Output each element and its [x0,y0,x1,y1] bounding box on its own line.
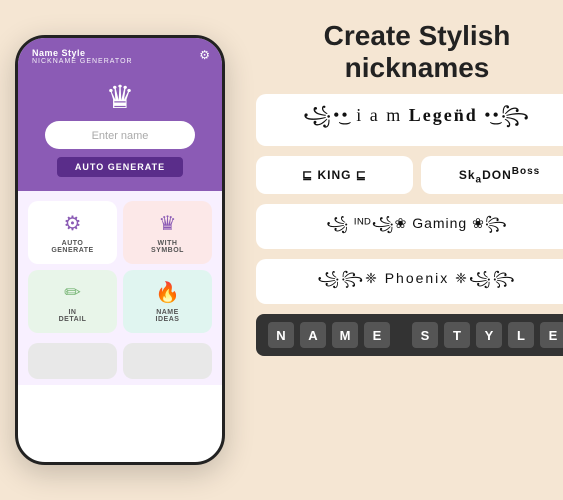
ns-letter-y: Y [476,322,502,348]
name-style-bar: N A M E S T Y L E [256,314,563,356]
fire-feature-icon: 🔥 [155,280,180,305]
phone-section: Name Style NICKNAME GENERATOR ⚙ ♛ Enter … [0,0,240,500]
gear-icon[interactable]: ⚙ [199,48,210,62]
ns-letter-e2: E [540,322,563,348]
name-input-wrap[interactable]: Enter name [45,121,195,149]
style-example-phoenix: ꧁꧂❈ Phoenix ❈꧁꧂ [256,259,563,304]
title-line1: Create Stylish [324,20,511,51]
feature-ideas-label: NAMEIDEAS [156,309,180,323]
ns-letter-n: N [268,322,294,348]
phone-mockup: Name Style NICKNAME GENERATOR ⚙ ♛ Enter … [15,35,225,465]
skadon-text: SkaDONBoss [459,166,540,185]
ns-letter-e: E [364,322,390,348]
ns-letter-l: L [508,322,534,348]
ns-letter-m: M [332,322,358,348]
feature-with-symbol[interactable]: ♛ WITHSYMBOL [123,201,212,264]
content-section: Create Stylish nicknames ꧁•͜• i a m Lege… [240,0,563,500]
app-subtitle: NICKNAME GENERATOR [32,58,208,65]
ns-letter-space [396,322,406,348]
king-text: ⊑ KING ⊑ [302,168,367,182]
phoenix-text: ꧁꧂❈ Phoenix ❈꧁꧂ [317,267,516,296]
crown-icon: ♛ [106,81,135,113]
crown-area: ♛ Enter name AUTO GENERATE [18,73,222,191]
legend-text: ꧁•͜• i a m Legen̈d •͜•꧂ [303,102,531,138]
style-example-king: ⊑ KING ⊑ [256,156,413,194]
feature-in-detail[interactable]: ✏ INDETAIL [28,270,117,333]
bottom-card-2 [123,343,212,379]
gear-feature-icon: ⚙ [64,211,82,236]
phone-header: Name Style NICKNAME GENERATOR ⚙ [18,38,222,73]
feature-name-ideas[interactable]: 🔥 NAMEIDEAS [123,270,212,333]
crown-feature-icon: ♛ [159,211,177,236]
style-example-skadon: SkaDONBoss [421,156,563,194]
ns-letter-a: A [300,322,326,348]
bottom-card-1 [28,343,117,379]
name-input-placeholder: Enter name [92,130,149,142]
feature-auto-generate[interactable]: ⚙ AUTOGENERATE [28,201,117,264]
style-cards-row: ⊑ KING ⊑ SkaDONBoss [256,156,563,194]
ns-letter-s: S [412,322,438,348]
auto-generate-button[interactable]: AUTO GENERATE [57,157,183,177]
main-title: Create Stylish nicknames [256,20,563,84]
gaming-text: ꧁ ᴵᴺᴰ꧁❀ Gaming ❀꧂ [326,212,507,241]
feature-auto-label: AUTOGENERATE [51,240,93,254]
bottom-row [18,343,222,385]
ns-letter-t: T [444,322,470,348]
title-line2: nicknames [345,52,490,83]
app-name: Name Style [32,48,208,58]
features-grid: ⚙ AUTOGENERATE ♛ WITHSYMBOL ✏ INDETAIL 🔥… [18,191,222,343]
pencil-feature-icon: ✏ [64,280,81,305]
feature-symbol-label: WITHSYMBOL [151,240,184,254]
style-example-gaming: ꧁ ᴵᴺᴰ꧁❀ Gaming ❀꧂ [256,204,563,249]
feature-detail-label: INDETAIL [59,309,87,323]
style-example-legend: ꧁•͜• i a m Legen̈d •͜•꧂ [256,94,563,146]
